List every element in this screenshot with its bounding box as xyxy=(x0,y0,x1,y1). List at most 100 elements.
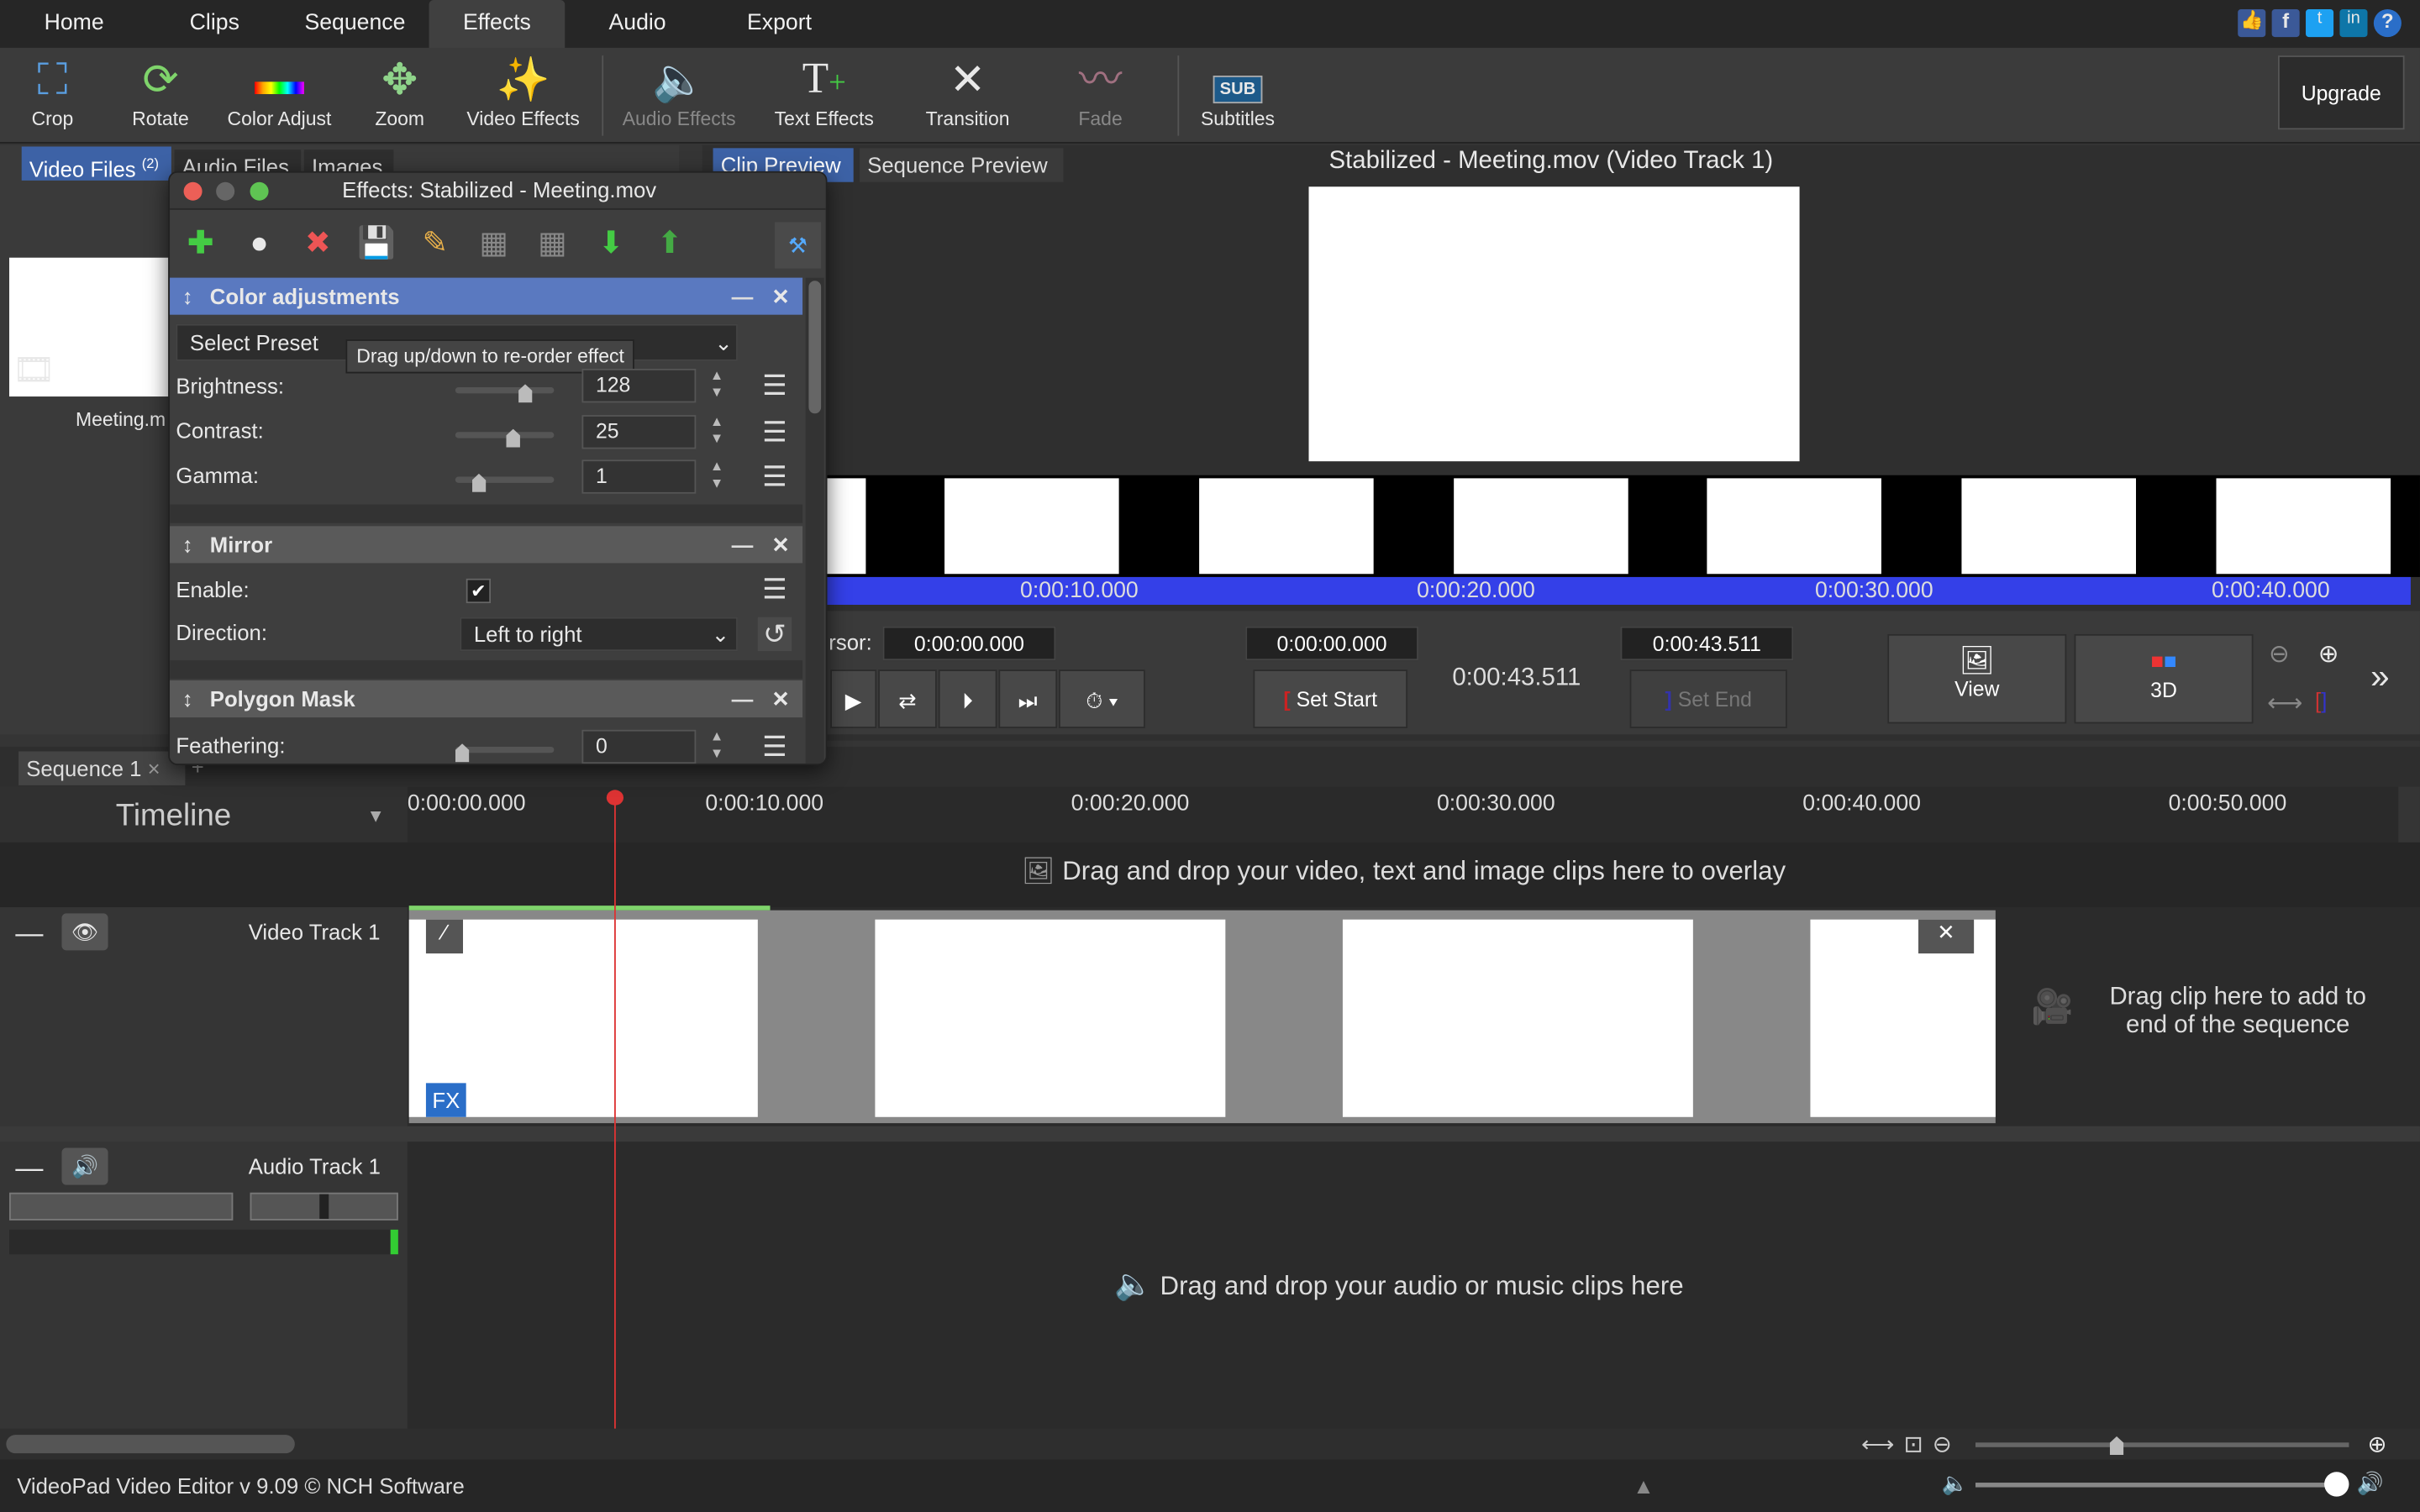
contrast-input[interactable]: 25 xyxy=(581,415,697,449)
twitter-icon[interactable]: t xyxy=(2306,9,2334,38)
tab-clips[interactable]: Clips xyxy=(170,0,260,48)
fade-button[interactable]: 〰 Fade xyxy=(1031,52,1170,129)
speaker-icon[interactable]: 🔊 xyxy=(2357,1470,2384,1496)
linkedin-icon[interactable]: in xyxy=(2339,9,2368,38)
volume-thumb[interactable] xyxy=(2324,1472,2349,1497)
start-time[interactable]: 0:00:00.000 xyxy=(1245,626,1418,661)
volume-slider[interactable] xyxy=(9,1192,234,1221)
collapse-icon[interactable]: — xyxy=(15,918,43,951)
tab-sequence[interactable]: Sequence xyxy=(293,0,417,48)
mirror-header[interactable]: ↕ Mirror — ✕ xyxy=(170,526,803,564)
close-icon[interactable]: ✕ xyxy=(771,680,790,717)
like-icon[interactable]: 👍 xyxy=(2238,9,2266,38)
zoom-fit-icon[interactable]: ⊡ xyxy=(1904,1431,1923,1457)
contrast-spinner[interactable]: ▲ ▼ xyxy=(710,413,723,447)
drag-handle-icon[interactable]: ↕ xyxy=(182,680,193,717)
timeline-zoom-slider[interactable] xyxy=(1975,1442,2349,1447)
tab-effects[interactable]: Effects xyxy=(429,0,566,48)
upgrade-button[interactable]: Upgrade xyxy=(2277,55,2405,130)
fx-badge[interactable]: FX xyxy=(425,1083,466,1117)
expand-up-icon[interactable]: ▲ xyxy=(1633,1473,1654,1498)
timeline-mode[interactable]: Timeline xyxy=(116,799,231,834)
help-icon[interactable]: ? xyxy=(2373,9,2402,38)
mute-icon[interactable]: 🔈 xyxy=(1942,1470,1969,1496)
3d-button[interactable]: ■■ 3D xyxy=(2074,633,2254,724)
keyframe-add-icon[interactable]: ▦ xyxy=(528,219,577,269)
brightness-input[interactable]: 128 xyxy=(581,368,697,403)
gamma-slider[interactable] xyxy=(455,476,555,483)
edit-icon[interactable]: ✎ xyxy=(411,219,460,269)
clip-filmstrip[interactable] xyxy=(827,475,2420,577)
zoom-in-icon[interactable]: ⊕ xyxy=(2318,638,2339,669)
set-start-button[interactable]: [ Set Start xyxy=(1253,669,1408,728)
remove-mask-icon[interactable]: ✖ xyxy=(293,219,343,269)
save-icon[interactable]: 💾 xyxy=(352,219,402,269)
keyframe-icon[interactable]: ▦ xyxy=(469,219,518,269)
zoom-out-icon[interactable]: ⊖ xyxy=(2269,638,2290,669)
play-icon[interactable]: ▶ xyxy=(830,669,877,728)
close-icon[interactable]: × xyxy=(148,756,160,780)
pin-icon[interactable]: ⚒ xyxy=(775,222,822,269)
fade-in-icon[interactable]: ∕ xyxy=(425,919,464,954)
color-adjustments-header[interactable]: ↕ Color adjustments — ✕ xyxy=(170,277,803,315)
subtitles-button[interactable]: SUB Subtitles xyxy=(1168,52,1307,129)
brightness-slider[interactable] xyxy=(455,387,555,394)
polygon-mask-header[interactable]: ↕ Polygon Mask — ✕ xyxy=(170,680,803,718)
collapse-icon[interactable]: — xyxy=(732,680,754,717)
expand-icon[interactable]: » xyxy=(2370,657,2389,697)
scrollbar-thumb[interactable] xyxy=(6,1435,295,1454)
add-effect-icon[interactable]: ✚ xyxy=(176,219,225,269)
enable-checkbox[interactable]: ✔ xyxy=(466,578,492,604)
split-icon[interactable]: [] xyxy=(2315,688,2327,712)
direction-select[interactable]: Left to right ⌄ xyxy=(460,617,738,652)
move-up-icon[interactable]: ⬆ xyxy=(645,219,695,269)
menu-icon[interactable]: ☰ xyxy=(758,459,792,493)
cursor-time[interactable]: 0:00:00.000 xyxy=(882,626,1056,661)
pan-slider[interactable] xyxy=(250,1192,398,1221)
close-icon[interactable]: ✕ xyxy=(771,526,790,563)
tab-video-files[interactable]: Video Files (2) xyxy=(21,146,171,181)
playhead[interactable] xyxy=(614,790,616,1429)
audio-effects-button[interactable]: 🔈 Audio Effects xyxy=(609,52,748,129)
dialog-scrollbar[interactable] xyxy=(805,277,824,764)
contrast-slider[interactable] xyxy=(455,432,555,438)
zoom-in-icon[interactable]: ⊕ xyxy=(2367,1431,2386,1457)
transition-button[interactable]: ✕ Transition xyxy=(898,52,1037,129)
collapse-icon[interactable]: — xyxy=(732,278,754,315)
skip-end-icon[interactable]: ⏭ xyxy=(998,669,1058,728)
fit-width-icon[interactable]: ⟷ xyxy=(2267,688,2302,719)
end-time[interactable]: 0:00:43.511 xyxy=(1620,626,1794,661)
close-icon[interactable]: ✕ xyxy=(771,278,790,315)
transition-icon[interactable]: ✕ xyxy=(1918,919,1975,954)
feathering-slider[interactable] xyxy=(455,746,555,753)
collapse-icon[interactable]: — xyxy=(732,526,754,563)
speed-icon[interactable]: ⏱ ▾ xyxy=(1058,669,1145,728)
add-mask-icon[interactable]: ● xyxy=(234,219,284,269)
tab-audio[interactable]: Audio xyxy=(591,0,683,48)
move-down-icon[interactable]: ⬇ xyxy=(587,219,636,269)
tab-sequence-1[interactable]: Sequence 1 × xyxy=(18,751,186,785)
fit-icon[interactable]: ⟷ xyxy=(1861,1431,1895,1457)
view-button[interactable]: 🖼 View xyxy=(1887,633,2067,724)
eye-icon[interactable]: 👁 xyxy=(61,913,108,951)
menu-icon[interactable]: ☰ xyxy=(758,415,792,449)
playhead-handle[interactable] xyxy=(606,790,624,806)
reset-icon[interactable]: ↺ xyxy=(757,617,792,652)
tab-sequence-preview[interactable]: Sequence Preview xyxy=(860,148,1064,182)
media-thumbnail[interactable]: 🎞 xyxy=(9,257,169,397)
tab-export[interactable]: Export xyxy=(729,0,830,48)
color-adjust-button[interactable]: Color Adjust xyxy=(210,52,349,129)
drag-handle-icon[interactable]: ↕ xyxy=(182,278,193,315)
facebook-icon[interactable]: f xyxy=(2271,9,2300,38)
menu-icon[interactable]: ☰ xyxy=(758,730,792,764)
zoom-button[interactable]: ✥ Zoom xyxy=(330,52,469,129)
chevron-down-icon[interactable]: ▾ xyxy=(371,802,381,828)
video-effects-button[interactable]: ✨ Video Effects xyxy=(454,52,592,129)
feathering-input[interactable]: 0 xyxy=(581,729,697,764)
menu-icon[interactable]: ☰ xyxy=(758,369,792,402)
brightness-spinner[interactable]: ▲ ▼ xyxy=(710,367,723,401)
track-divider[interactable] xyxy=(0,1126,2420,1142)
zoom-out-icon[interactable]: ⊖ xyxy=(1933,1431,1952,1457)
menu-icon[interactable]: ☰ xyxy=(758,572,792,606)
set-end-button[interactable]: ] Set End xyxy=(1629,669,1787,728)
